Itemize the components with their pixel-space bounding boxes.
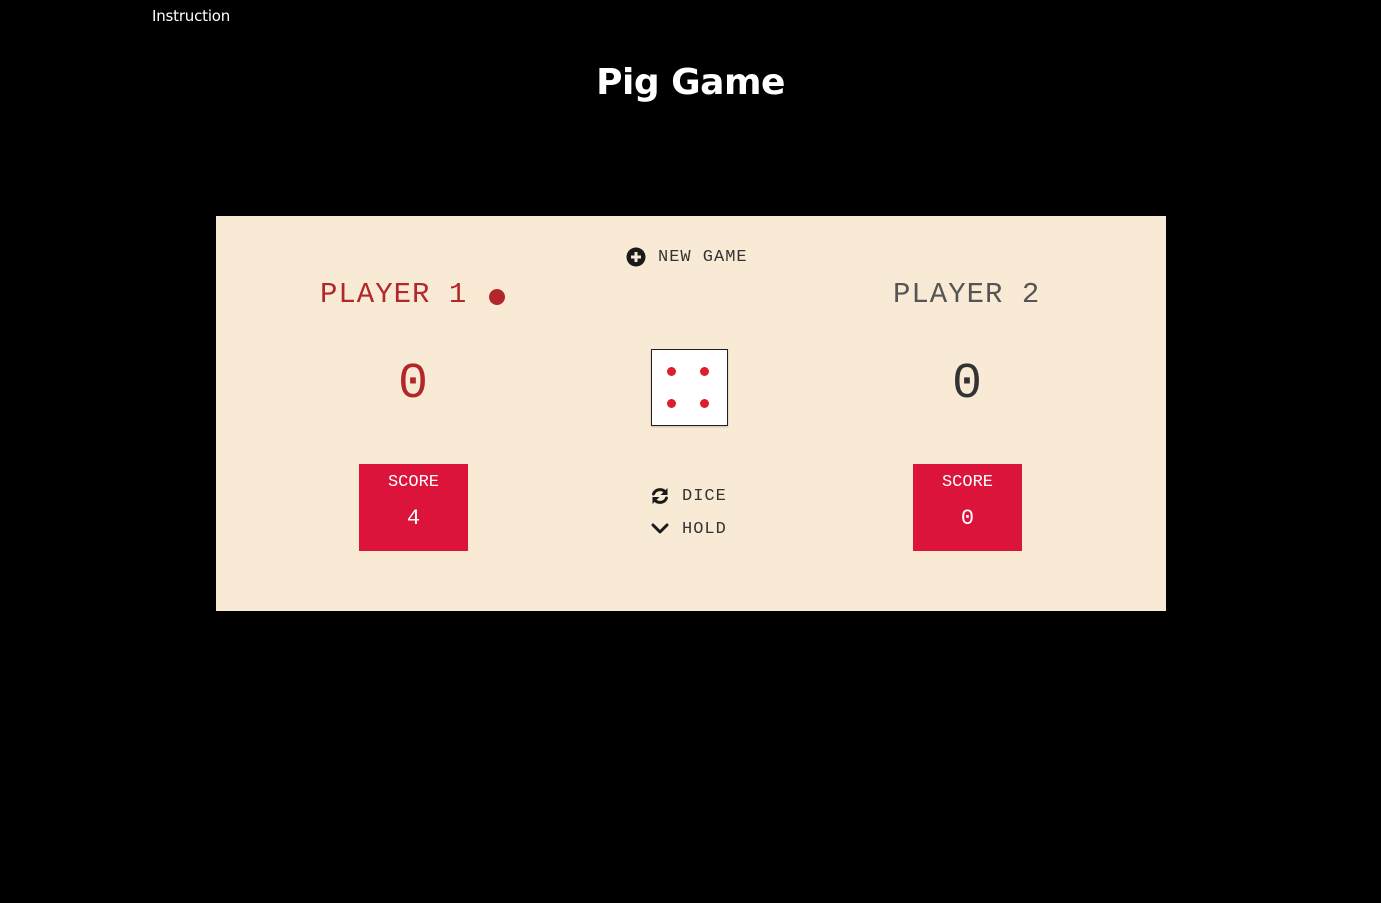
dice xyxy=(651,349,728,426)
roll-dice-label: DICE xyxy=(682,486,727,506)
player-1-name-label: PLAYER 1 xyxy=(320,278,468,311)
new-game-label: NEW GAME xyxy=(658,247,748,267)
hold-button[interactable]: HOLD xyxy=(650,519,727,539)
player-2-name: PLAYER 2 xyxy=(893,278,1040,311)
player-2-score-box: SCORE 0 xyxy=(913,464,1022,551)
player-1-score-value: 4 xyxy=(406,506,421,531)
roll-dice-button[interactable]: DICE xyxy=(650,486,727,506)
page-title: Pig Game xyxy=(596,62,785,103)
player-1-score-label: SCORE xyxy=(387,473,439,492)
player-1-current-score: 0 xyxy=(397,356,428,413)
dice-pip xyxy=(700,367,709,376)
player-2-score-value: 0 xyxy=(960,506,975,531)
refresh-icon xyxy=(650,486,670,506)
player-1-score-box: SCORE 4 xyxy=(359,464,468,551)
chevron-down-icon xyxy=(650,519,670,539)
game-board: NEW GAME PLAYER 1 PLAYER 2 0 0 SCORE 4 S… xyxy=(216,216,1166,611)
plus-circle-icon xyxy=(626,247,646,267)
player-2-name-label: PLAYER 2 xyxy=(893,278,1041,311)
hold-label: HOLD xyxy=(682,519,727,539)
player-2-current-score: 0 xyxy=(951,356,982,413)
dice-pip xyxy=(667,367,676,376)
player-2-score-label: SCORE xyxy=(941,473,993,492)
active-player-dot-icon xyxy=(489,288,506,305)
dice-pip xyxy=(667,399,676,408)
instruction-link[interactable]: Instruction xyxy=(152,7,230,25)
new-game-button[interactable]: NEW GAME xyxy=(626,244,748,270)
dice-pip xyxy=(700,399,709,408)
player-1-name: PLAYER 1 xyxy=(320,278,506,311)
